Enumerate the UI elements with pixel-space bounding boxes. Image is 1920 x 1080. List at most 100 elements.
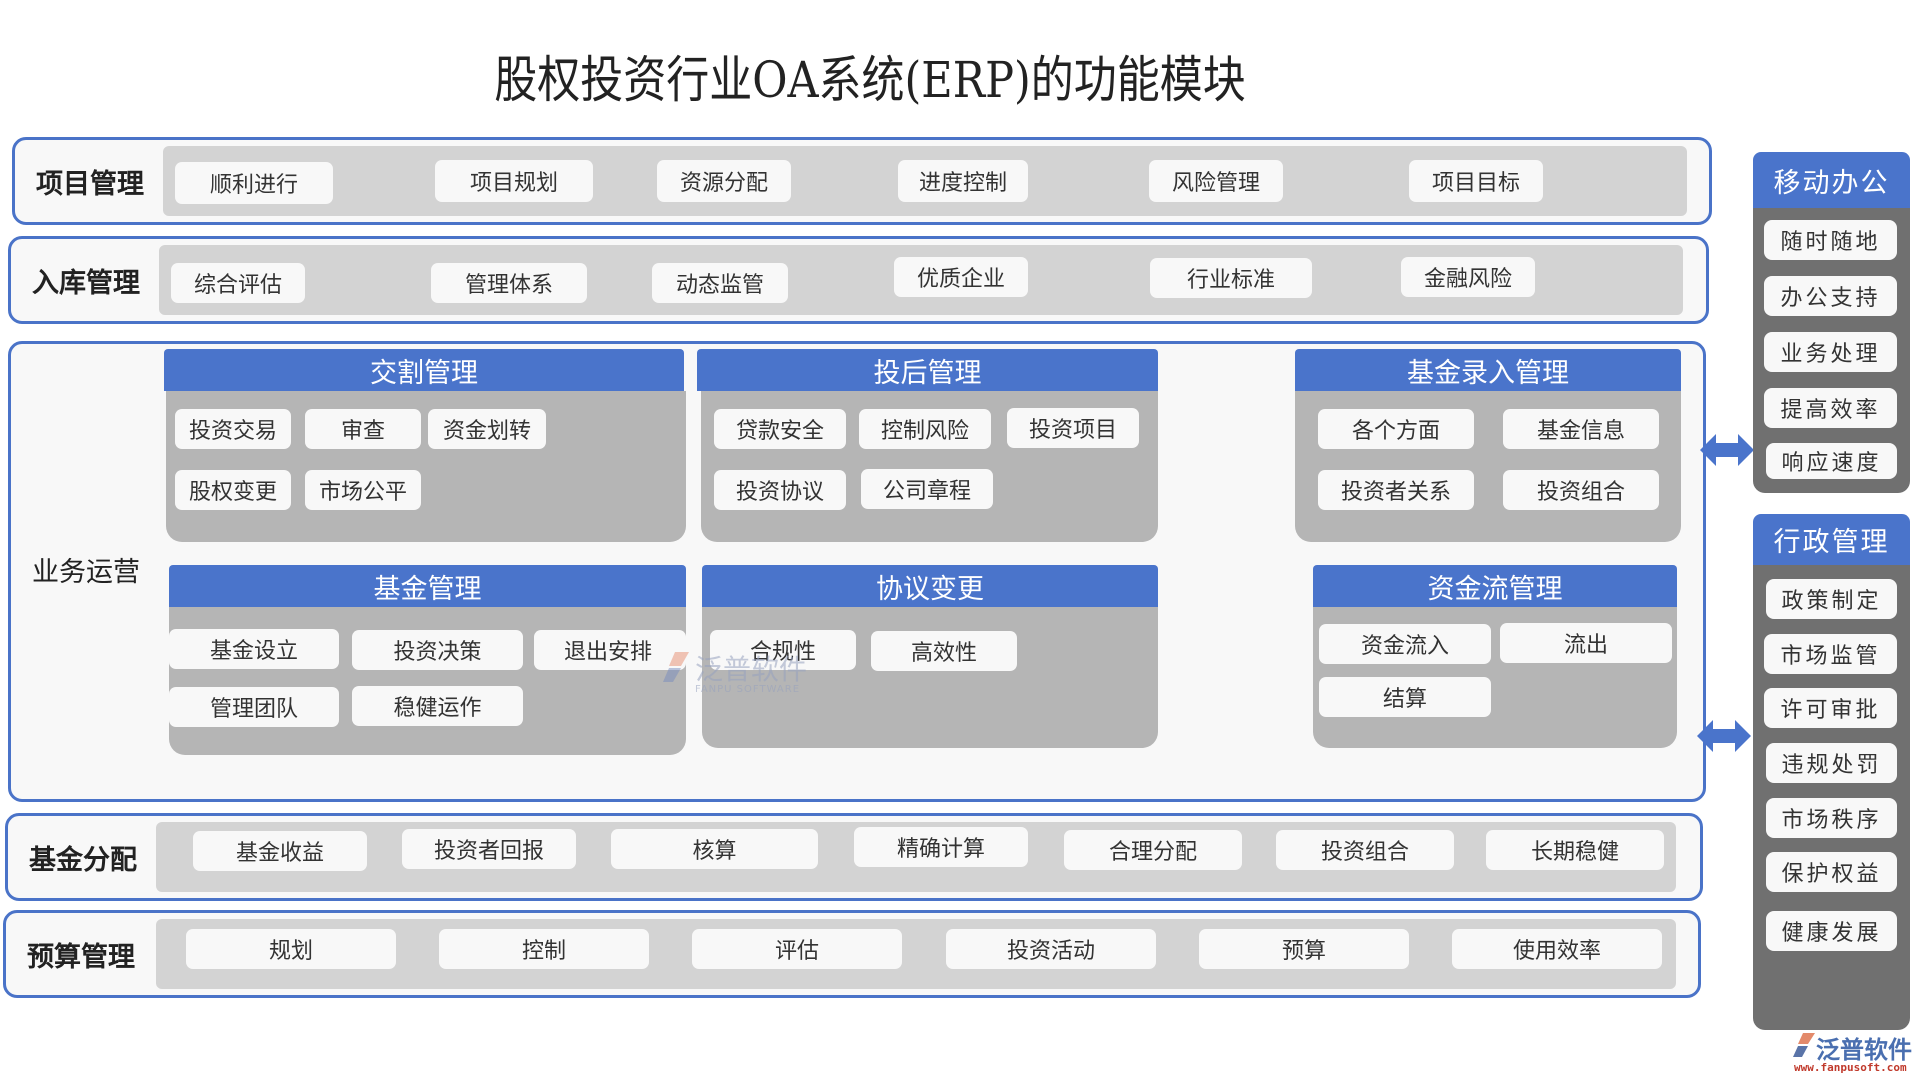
item-chip[interactable]: 投资活动 xyxy=(946,929,1156,969)
logo-name: 泛普软件 xyxy=(1816,1036,1912,1064)
item-chip[interactable]: 投资决策 xyxy=(352,630,523,670)
group-body: 基金设立 投资决策 退出安排 管理团队 稳健运作 xyxy=(169,607,686,755)
double-arrow-icon xyxy=(1697,720,1751,752)
item-chip[interactable]: 基金设立 xyxy=(169,629,339,669)
side-item[interactable]: 政策制定 xyxy=(1766,579,1897,619)
side-item[interactable]: 业务处理 xyxy=(1764,332,1897,372)
item-chip[interactable]: 管理体系 xyxy=(431,263,587,303)
row-fund-distribution: 基金分配 基金收益 投资者回报 核算 精确计算 合理分配 投资组合 长期稳健 xyxy=(5,813,1703,901)
item-chip[interactable]: 控制风险 xyxy=(859,409,991,449)
item-chip[interactable]: 高效性 xyxy=(871,631,1017,671)
row-budget-management: 预算管理 规划 控制 评估 投资活动 预算 使用效率 xyxy=(3,910,1701,998)
group-body: 投资交易 审查 资金划转 股权变更 市场公平 xyxy=(166,391,686,542)
group-title: 交割管理 xyxy=(164,349,684,391)
row-label: 业务运营 xyxy=(32,556,140,588)
item-chip[interactable]: 控制 xyxy=(439,929,649,969)
side-item[interactable]: 响应速度 xyxy=(1766,443,1897,479)
row-business-operations: 业务运营 交割管理 投资交易 审查 资金划转 股权变更 市场公平 投后管理 贷款… xyxy=(8,341,1706,802)
side-item[interactable]: 保护权益 xyxy=(1766,852,1897,892)
item-chip[interactable]: 项目目标 xyxy=(1409,160,1543,202)
row-label: 入库管理 xyxy=(32,267,140,299)
item-chip[interactable]: 综合评估 xyxy=(171,263,305,303)
item-chip[interactable]: 行业标准 xyxy=(1150,258,1312,298)
side-item[interactable]: 随时随地 xyxy=(1764,220,1897,260)
side-panel-administration: 行政管理 政策制定 市场监管 许可审批 违规处罚 市场秩序 保护权益 健康发展 xyxy=(1753,514,1910,1030)
row-items-panel: 顺利进行 项目规划 资源分配 进度控制 风险管理 项目目标 xyxy=(163,146,1687,216)
item-chip[interactable]: 基金信息 xyxy=(1503,409,1659,449)
group-delivery-management: 交割管理 投资交易 审查 资金划转 股权变更 市场公平 xyxy=(164,349,688,544)
group-body: 各个方面 基金信息 投资者关系 投资组合 xyxy=(1295,391,1681,542)
watermark-en: FANPU SOFTWARE xyxy=(695,684,801,695)
item-chip[interactable]: 贷款安全 xyxy=(714,409,846,449)
item-chip[interactable]: 投资协议 xyxy=(714,470,846,510)
item-chip[interactable]: 投资交易 xyxy=(175,409,291,449)
row-items-panel: 基金收益 投资者回报 核算 精确计算 合理分配 投资组合 长期稳健 xyxy=(156,822,1676,892)
row-storage-management: 入库管理 综合评估 管理体系 动态监管 优质企业 行业标准 金融风险 xyxy=(8,236,1709,324)
group-title: 投后管理 xyxy=(697,349,1158,391)
fanpu-logo-icon xyxy=(1792,1032,1816,1058)
side-item[interactable]: 许可审批 xyxy=(1764,688,1897,728)
side-panel-title: 行政管理 xyxy=(1753,514,1910,565)
item-chip[interactable]: 风险管理 xyxy=(1149,160,1283,202)
item-chip[interactable]: 长期稳健 xyxy=(1486,830,1664,870)
item-chip[interactable]: 资金流入 xyxy=(1319,624,1491,664)
item-chip[interactable]: 投资者关系 xyxy=(1318,470,1474,510)
item-chip[interactable]: 资金划转 xyxy=(428,409,546,449)
item-chip[interactable]: 规划 xyxy=(186,929,396,969)
item-chip[interactable]: 各个方面 xyxy=(1318,409,1474,449)
side-panel-mobile-office: 移动办公 随时随地 办公支持 业务处理 提高效率 响应速度 xyxy=(1753,152,1910,493)
item-chip[interactable]: 公司章程 xyxy=(861,469,993,509)
item-chip[interactable]: 稳健运作 xyxy=(352,686,523,726)
item-chip[interactable]: 核算 xyxy=(611,829,818,869)
group-fund-entry-management: 基金录入管理 各个方面 基金信息 投资者关系 投资组合 xyxy=(1295,349,1685,544)
group-body: 贷款安全 控制风险 投资项目 投资协议 公司章程 xyxy=(701,391,1158,542)
fanpu-logo: 泛普软件 www.fanpusoft.com xyxy=(1790,1030,1920,1078)
item-chip[interactable]: 基金收益 xyxy=(193,831,367,871)
item-chip[interactable]: 动态监管 xyxy=(652,263,788,303)
item-chip[interactable]: 项目规划 xyxy=(435,160,593,202)
group-body: 资金流入 流出 结算 xyxy=(1313,607,1677,748)
item-chip[interactable]: 进度控制 xyxy=(898,160,1028,202)
item-chip[interactable]: 合理分配 xyxy=(1064,830,1242,870)
double-arrow-icon xyxy=(1700,434,1754,466)
side-item[interactable]: 违规处罚 xyxy=(1766,743,1897,783)
group-fund-management: 基金管理 基金设立 投资决策 退出安排 管理团队 稳健运作 xyxy=(169,565,689,757)
item-chip[interactable]: 使用效率 xyxy=(1452,929,1662,969)
item-chip[interactable]: 资源分配 xyxy=(657,160,791,202)
item-chip[interactable]: 结算 xyxy=(1319,677,1491,717)
item-chip[interactable]: 评估 xyxy=(692,929,902,969)
item-chip[interactable]: 顺利进行 xyxy=(175,162,333,204)
side-item[interactable]: 提高效率 xyxy=(1764,388,1897,428)
group-title: 基金管理 xyxy=(169,565,686,607)
watermark: 泛普软件 FANPU SOFTWARE xyxy=(661,648,861,698)
row-label: 基金分配 xyxy=(29,844,137,876)
row-label: 预算管理 xyxy=(27,941,135,973)
item-chip[interactable]: 审查 xyxy=(305,409,421,449)
row-items-panel: 规划 控制 评估 投资活动 预算 使用效率 xyxy=(156,919,1676,989)
logo-url: www.fanpusoft.com xyxy=(1794,1061,1907,1074)
group-title: 协议变更 xyxy=(702,565,1158,607)
group-title: 资金流管理 xyxy=(1313,565,1677,607)
item-chip[interactable]: 市场公平 xyxy=(305,470,421,510)
page-title: 股权投资行业OA系统(ERP)的功能模块 xyxy=(494,51,1246,109)
side-item[interactable]: 办公支持 xyxy=(1764,276,1897,316)
group-title: 基金录入管理 xyxy=(1295,349,1681,391)
item-chip[interactable]: 股权变更 xyxy=(175,470,291,510)
item-chip[interactable]: 流出 xyxy=(1500,623,1672,663)
item-chip[interactable]: 精确计算 xyxy=(854,827,1028,867)
side-item[interactable]: 市场秩序 xyxy=(1766,798,1897,838)
watermark-cn: 泛普软件 xyxy=(695,653,808,686)
item-chip[interactable]: 优质企业 xyxy=(894,257,1028,297)
side-item[interactable]: 市场监管 xyxy=(1764,634,1897,674)
item-chip[interactable]: 预算 xyxy=(1199,929,1409,969)
item-chip[interactable]: 投资项目 xyxy=(1007,408,1139,448)
row-label: 项目管理 xyxy=(36,168,144,200)
item-chip[interactable]: 投资组合 xyxy=(1276,830,1454,870)
item-chip[interactable]: 投资者回报 xyxy=(402,829,576,869)
side-item[interactable]: 健康发展 xyxy=(1766,911,1897,951)
item-chip[interactable]: 投资组合 xyxy=(1503,470,1659,510)
row-items-panel: 综合评估 管理体系 动态监管 优质企业 行业标准 金融风险 xyxy=(159,245,1683,315)
item-chip[interactable]: 金融风险 xyxy=(1401,257,1535,297)
group-post-investment-management: 投后管理 贷款安全 控制风险 投资项目 投资协议 公司章程 xyxy=(697,349,1163,544)
item-chip[interactable]: 管理团队 xyxy=(169,687,339,727)
